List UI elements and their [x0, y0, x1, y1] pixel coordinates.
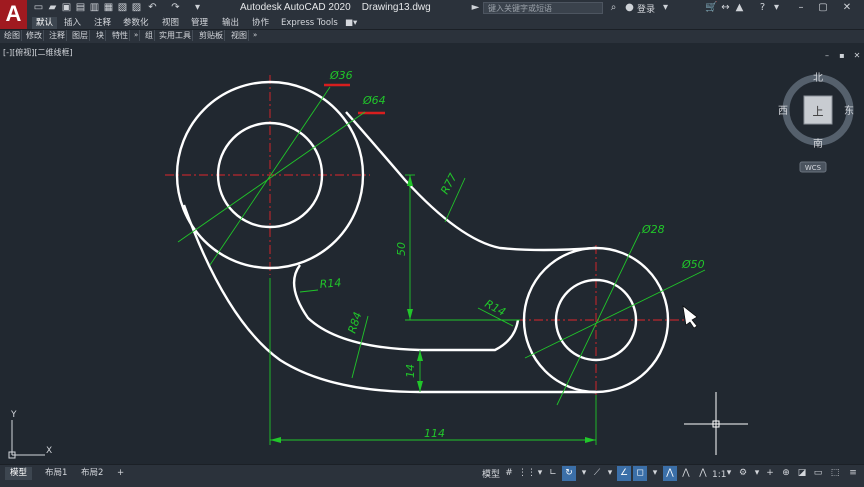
dim-d36: Ø36	[329, 69, 353, 82]
dim-d64: Ø64	[362, 94, 386, 107]
object-snap-tracking-icon[interactable]: ∠	[617, 466, 631, 481]
centerlines	[165, 75, 690, 400]
clean-screen-icon[interactable]: ⬚	[828, 466, 842, 481]
arrow-14-bottom	[417, 381, 423, 392]
annotation-monitor-icon[interactable]: +	[763, 466, 777, 481]
arrow-14-top	[417, 350, 423, 361]
hardware-acceleration-icon[interactable]: ▭	[811, 466, 825, 481]
dimension-texts: Ø36 Ø64 R77 50 R14 R14 R84 14 Ø28 Ø50 11…	[319, 69, 705, 440]
isodraft-icon[interactable]: ⟋	[590, 466, 604, 481]
wcs-label[interactable]: WCS	[805, 164, 822, 172]
viewcube[interactable]: 上 北 南 东 西 WCS	[778, 72, 854, 173]
isolate-objects-icon[interactable]: ◪	[795, 466, 809, 481]
annotation-visibility-icon[interactable]: ⋀	[663, 466, 677, 481]
compass-east[interactable]: 东	[844, 104, 854, 117]
viewcube-top-label[interactable]: 上	[813, 105, 824, 118]
polar-tracking-icon[interactable]: ↻	[562, 466, 576, 481]
dim-r77: R77	[438, 171, 460, 196]
arc-r77	[345, 111, 597, 252]
scale-dropdown-icon[interactable]: ▾	[722, 466, 736, 481]
snap-icon[interactable]: ⋮⋮	[518, 466, 536, 481]
compass-north[interactable]: 北	[813, 72, 823, 84]
dimline-r14-left	[299, 289, 319, 293]
crosshair-cursor	[684, 392, 748, 455]
layout-tab-2[interactable]: 布局2	[76, 467, 108, 480]
dim-r14-left: R14	[319, 276, 342, 291]
auto-scale-icon[interactable]: ⋀	[679, 466, 693, 481]
compass-west[interactable]: 西	[778, 106, 788, 117]
dim-d28: Ø28	[641, 223, 665, 236]
dimline-d64	[177, 111, 366, 243]
drawing-canvas[interactable]: Ø36 Ø64 R77 50 R14 R14 R84 14 Ø28 Ø50 11…	[0, 0, 864, 486]
ucs-y-label: Y	[10, 410, 17, 420]
arrow-114-left	[270, 437, 281, 443]
layout-tab-model[interactable]: 模型	[5, 467, 33, 480]
dim-d50: Ø50	[681, 258, 705, 271]
ortho-icon[interactable]: ∟	[546, 466, 560, 481]
object-snap-dropdown-icon[interactable]: ▾	[648, 466, 662, 481]
workspace-dropdown-icon[interactable]: ▾	[750, 466, 764, 481]
units-icon[interactable]: ⊕	[779, 466, 793, 481]
arc-r84-outer	[182, 204, 596, 394]
grid-icon[interactable]: #	[502, 466, 516, 481]
dim-50: 50	[395, 242, 408, 256]
mouse-pointer-icon	[682, 305, 698, 329]
object-snap-icon[interactable]: ◻	[633, 466, 647, 481]
isodraft-dropdown-icon[interactable]: ▾	[603, 466, 617, 481]
dim-r84: R84	[345, 310, 364, 335]
arrow-114-right	[585, 437, 596, 443]
model-space-toggle[interactable]: 模型	[482, 469, 500, 481]
dim-r14-right: R14	[483, 297, 508, 319]
dimension-arrows	[270, 175, 596, 443]
ucs-x-label: X	[46, 446, 52, 456]
part-geometry	[175, 80, 670, 394]
compass-south[interactable]: 南	[813, 137, 823, 150]
dim-114: 114	[424, 427, 445, 440]
dim-14: 14	[404, 364, 417, 378]
workspace-gear-icon[interactable]: ⚙	[736, 466, 750, 481]
polar-dropdown-icon[interactable]: ▾	[577, 466, 591, 481]
annotation-scale-icon[interactable]: ⋀	[696, 466, 710, 481]
arrow-50-bottom	[407, 309, 413, 320]
arrow-50-top	[407, 175, 413, 186]
add-layout-icon[interactable]: +	[112, 467, 129, 480]
dimline-d28	[556, 231, 641, 406]
ucs-icon	[8, 420, 45, 459]
customize-status-bar-icon[interactable]: ≡	[846, 466, 860, 481]
snap-dropdown-icon[interactable]: ▾	[533, 466, 547, 481]
layout-tab-1[interactable]: 布局1	[40, 467, 72, 480]
